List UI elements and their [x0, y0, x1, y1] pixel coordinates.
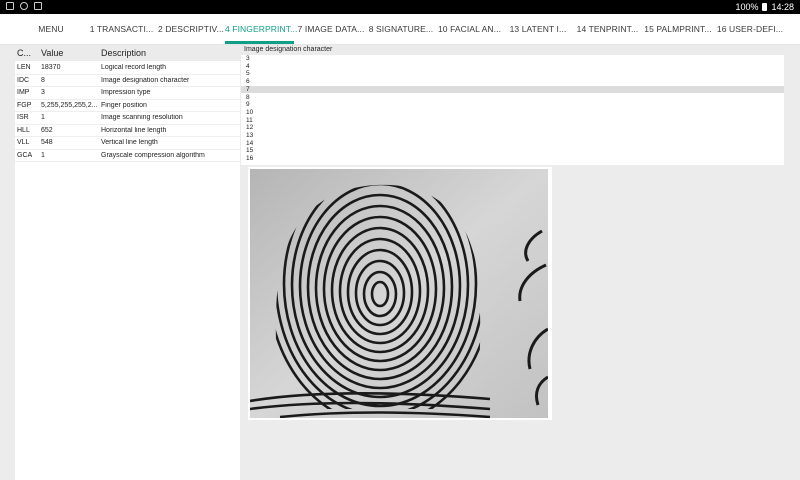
battery-icon [762, 3, 768, 11]
tab-descriptive[interactable]: 2 DESCRIPTIV... [158, 14, 224, 44]
field-value: 652 [41, 126, 53, 134]
tab-signature[interactable]: 8 SIGNATURE... [368, 14, 434, 44]
field-value: 3 [41, 89, 45, 96]
list-item[interactable]: 15 [241, 147, 784, 155]
table-row[interactable]: ISR 1 Image scanning resolution [15, 112, 240, 125]
tab-image-data[interactable]: 7 IMAGE DATA... [297, 14, 365, 44]
clipboard-notification-icon [34, 2, 42, 10]
field-description: Horizontal line length [101, 126, 167, 134]
table-row[interactable]: LEN 18370 Logical record length [15, 62, 240, 75]
field-value: 1 [41, 151, 45, 159]
list-item[interactable]: 6 [241, 78, 784, 86]
field-value: 5,255,255,255,2... [41, 101, 98, 109]
clock: 14:28 [771, 2, 794, 12]
list-item[interactable]: 10 [241, 109, 784, 117]
field-value: 1 [41, 114, 45, 121]
tab-latent[interactable]: 13 LATENT I... [508, 14, 568, 44]
field-value: 548 [41, 139, 53, 146]
battery-percentage: 100% [735, 2, 759, 12]
record-tab-bar: MENU 1 TRANSACTI... 2 DESCRIPTIV... 4 FI… [0, 14, 800, 45]
field-code: FGP [17, 101, 32, 109]
column-header-code[interactable]: C... [17, 48, 31, 58]
tab-menu[interactable]: MENU [33, 14, 69, 44]
column-header-value[interactable]: Value [41, 48, 63, 58]
active-tab-indicator [225, 41, 294, 44]
status-icons-right: 100% 14:28 [735, 2, 794, 12]
table-row[interactable]: HLL 652 Horizontal line length [15, 125, 240, 137]
fingerprint-image-frame [248, 167, 552, 420]
list-item[interactable]: 4 [241, 63, 784, 71]
status-bar: 100% 14:28 [0, 0, 800, 14]
detail-header: Image designation character [241, 45, 784, 55]
field-description: Image scanning resolution [101, 114, 183, 121]
status-icons-left [6, 2, 42, 10]
field-description: Logical record length [101, 64, 166, 71]
field-description: Grayscale compression algorithm [101, 151, 205, 159]
list-item[interactable]: 9 [241, 101, 784, 109]
field-code: ISR [17, 114, 29, 121]
gallery-notification-icon [6, 2, 14, 10]
field-code: GCA [17, 151, 33, 159]
tab-transaction[interactable]: 1 TRANSACTI... [88, 14, 155, 44]
field-code: LEN [17, 64, 31, 71]
field-code: HLL [17, 126, 30, 134]
table-header: C... Value Description [15, 45, 240, 61]
field-description: Vertical line length [101, 139, 158, 146]
list-item[interactable]: 5 [241, 70, 784, 78]
sync-notification-icon [20, 2, 28, 10]
table-row[interactable]: IMP 3 Impression type [15, 87, 240, 100]
field-description: Impression type [101, 89, 151, 96]
table-row[interactable]: FGP 5,255,255,255,2... Finger position [15, 100, 240, 112]
tab-fingerprint[interactable]: 4 FINGERPRINT... [225, 14, 297, 44]
list-item[interactable]: 8 [241, 94, 784, 102]
field-value: 8 [41, 76, 45, 84]
list-item-selected[interactable]: 7 [241, 85, 784, 94]
table-row[interactable]: GCA 1 Grayscale compression algorithm [15, 150, 240, 162]
field-code: VLL [17, 139, 30, 146]
tab-facial[interactable]: 10 FACIAL AN... [437, 14, 502, 44]
list-item[interactable]: 11 [241, 117, 784, 125]
list-item[interactable]: 3 [241, 55, 784, 63]
field-description: Finger position [101, 101, 147, 109]
field-description: Image designation character [101, 76, 190, 84]
field-detail-panel: Image designation character 3 4 5 6 7 8 … [241, 45, 784, 165]
table-row[interactable]: IDC 8 Image designation character [15, 75, 240, 87]
tab-tenprint[interactable]: 14 TENPRINT... [576, 14, 639, 44]
tab-palmprint[interactable]: 15 PALMPRINT... [643, 14, 713, 44]
fingerprint-image [250, 169, 548, 418]
list-item[interactable]: 14 [241, 140, 784, 148]
list-item[interactable]: 13 [241, 132, 784, 140]
field-code: IMP [17, 89, 30, 96]
fields-table: C... Value Description LEN 18370 Logical… [15, 45, 240, 480]
table-row[interactable]: VLL 548 Vertical line length [15, 137, 240, 150]
column-header-description[interactable]: Description [101, 48, 146, 58]
tab-user-defined[interactable]: 16 USER-DEFI... [716, 14, 784, 44]
field-code: IDC [17, 76, 30, 84]
list-item[interactable]: 12 [241, 124, 784, 132]
list-item[interactable]: 16 [241, 155, 784, 163]
field-value: 18370 [41, 64, 61, 71]
